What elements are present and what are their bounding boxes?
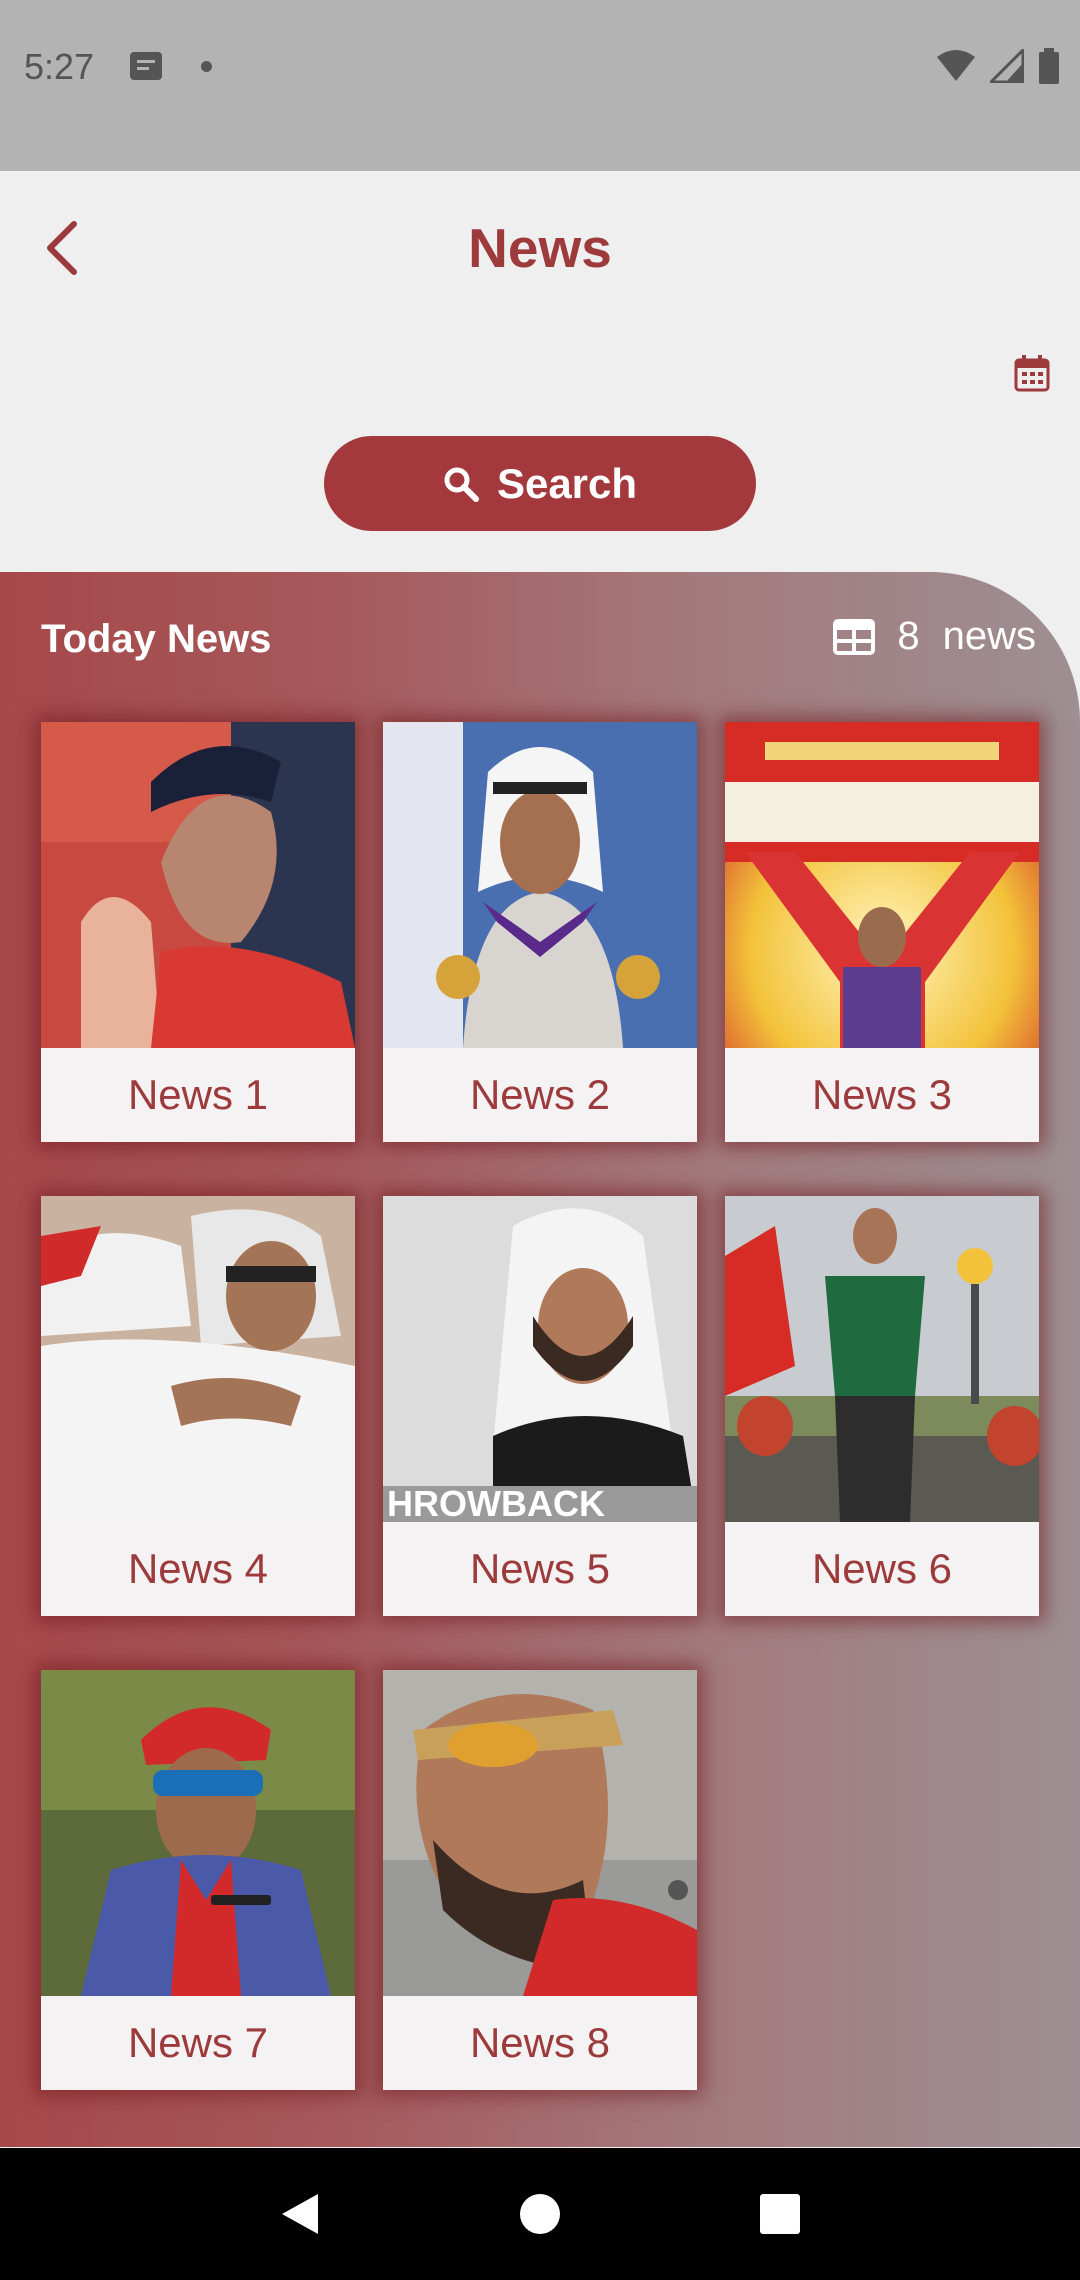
news-thumbnail — [41, 722, 355, 1048]
news-card[interactable]: News 6 — [725, 1196, 1039, 1616]
search-button[interactable]: Search — [324, 436, 756, 531]
nav-recents-button[interactable] — [750, 2184, 810, 2244]
circle-home-icon — [520, 2194, 560, 2234]
news-caption: News 6 — [725, 1522, 1039, 1616]
calendar-button[interactable] — [1014, 354, 1050, 392]
news-thumbnail — [41, 1196, 355, 1522]
news-count-unit: news — [942, 614, 1036, 658]
status-icons — [936, 48, 1060, 84]
svg-text:HROWBACK: HROWBACK — [387, 1483, 605, 1522]
news-card[interactable]: HROWBACK News 5 — [383, 1196, 697, 1616]
status-time: 5:27 — [24, 46, 95, 87]
nav-home-button[interactable] — [510, 2184, 570, 2244]
news-caption: News 1 — [41, 1048, 355, 1142]
news-thumbnail — [383, 1670, 697, 1996]
news-card[interactable]: News 2 — [383, 722, 697, 1142]
news-card[interactable]: News 3 — [725, 722, 1039, 1142]
news-card[interactable]: News 4 — [41, 1196, 355, 1616]
calendar-icon — [1014, 355, 1050, 392]
page-title: News — [468, 217, 612, 279]
cellular-signal-icon — [990, 49, 1024, 83]
news-caption: News 5 — [383, 1522, 697, 1616]
news-caption: News 3 — [725, 1048, 1039, 1142]
more-notifications-dot-icon — [201, 61, 212, 72]
news-card[interactable]: News 8 — [383, 1670, 697, 2090]
news-card[interactable]: News 7 — [41, 1670, 355, 2090]
news-thumbnail — [383, 722, 697, 1048]
nav-back-button[interactable] — [270, 2184, 330, 2244]
news-thumbnail — [41, 1670, 355, 1996]
news-thumbnail — [725, 722, 1039, 1048]
triangle-back-icon — [282, 2194, 318, 2234]
news-count: 8 news — [833, 614, 1036, 659]
calendar-view-icon — [833, 618, 876, 655]
battery-icon — [1039, 48, 1059, 84]
news-thumbnail — [725, 1196, 1039, 1522]
system-nav-bar — [0, 2148, 1080, 2280]
search-label: Search — [496, 459, 638, 507]
wifi-icon — [937, 50, 975, 81]
news-thumbnail: HROWBACK — [383, 1196, 697, 1522]
news-caption: News 8 — [383, 1996, 697, 2090]
news-card[interactable]: News 1 — [41, 722, 355, 1142]
notification-icon — [130, 52, 162, 80]
status-bar: 5:27 — [0, 0, 1080, 171]
section-title: Today News — [41, 617, 272, 661]
news-caption: News 7 — [41, 1996, 355, 2090]
news-caption: News 2 — [383, 1048, 697, 1142]
news-caption: News 4 — [41, 1522, 355, 1616]
search-icon — [444, 467, 479, 502]
square-recents-icon — [760, 2194, 800, 2234]
news-count-number: 8 — [897, 614, 921, 658]
